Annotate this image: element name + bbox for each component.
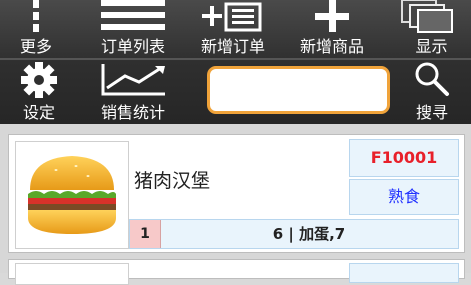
more-button[interactable]: 更多 [0,0,72,56]
search-button[interactable]: 搜寻 [395,60,469,122]
item-code: F10001 [349,139,459,177]
new-product-label: 新增商品 [299,37,364,56]
settings-label: 设定 [22,103,55,122]
new-product-button[interactable]: 新增商品 [285,0,379,56]
item-code-box [349,263,459,283]
plus-icon [315,0,349,32]
display-label: 显示 [415,37,448,56]
settings-button[interactable]: 设定 [0,60,78,122]
sales-stats-button[interactable]: 销售统计 [85,60,181,122]
item-thumbnail [15,263,129,285]
item-category: 熟食 [349,179,459,215]
search-input[interactable] [207,66,390,114]
item-detail-row: 1 6 | 加蛋,7 [129,219,459,249]
order-list-button[interactable]: 订单列表 [85,0,181,56]
add-list-icon [202,2,262,32]
sales-stats-label: 销售统计 [100,103,165,122]
display-button[interactable]: 显示 [392,0,471,56]
burger-image [15,141,129,249]
order-list-label: 订单列表 [100,37,165,56]
item-list: 猪肉汉堡 F10001 熟食 1 6 | 加蛋,7 [0,124,471,285]
item-detail: 6 | 加蛋,7 [272,225,346,243]
list-item[interactable]: 猪肉汉堡 F10001 熟食 1 6 | 加蛋,7 [8,134,465,253]
search-icon [415,62,449,96]
new-order-button[interactable]: 新增订单 [186,0,280,56]
chart-icon [101,64,165,96]
toolbar: 更多 订单列表 新增订单 新增商品 显示 设定 销售统计 搜寻 [0,0,471,124]
item-name: 猪肉汉堡 [134,170,211,192]
new-order-label: 新增订单 [200,37,265,56]
item-index: 1 [130,220,161,248]
more-label: 更多 [19,37,52,56]
more-icon [33,0,39,32]
windows-icon [401,0,453,33]
list-item-partial[interactable] [8,259,465,285]
gear-icon [21,62,57,98]
list-icon [101,0,165,30]
search-label: 搜寻 [415,103,448,122]
